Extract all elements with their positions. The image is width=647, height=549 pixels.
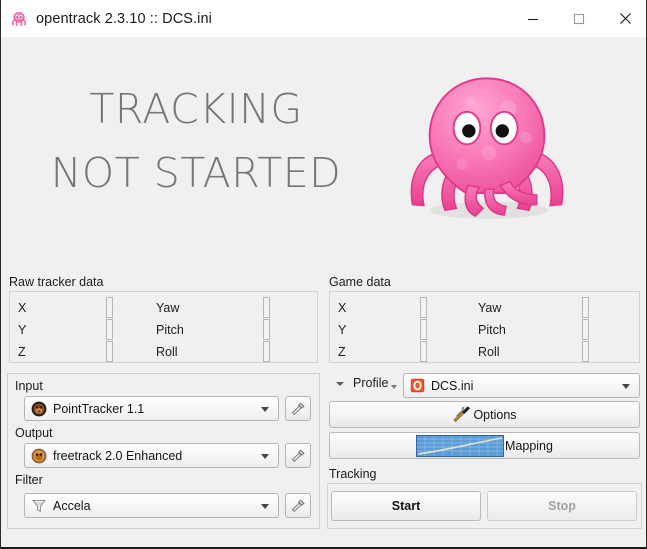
input-config-button[interactable] (285, 396, 311, 421)
minimize-button[interactable] (510, 0, 556, 37)
game-roll-label: Roll (478, 345, 500, 359)
raw-pitch-label: Pitch (156, 323, 184, 337)
output-label: Output (15, 426, 53, 440)
raw-x-value (106, 297, 113, 318)
options-button[interactable]: Options (329, 401, 640, 428)
output-module-value: freetrack 2.0 Enhanced (53, 448, 183, 463)
modules-panel: Input PointTracker 1.1 Output freetrack … (7, 373, 320, 529)
game-yaw-label: Yaw (478, 301, 502, 315)
game-x-label: X (338, 301, 347, 315)
tracking-status-line2: NOT STARTED (50, 149, 342, 197)
game-data-group: X Y Z Yaw Pitch Roll (329, 291, 640, 363)
hammer-icon (291, 402, 305, 415)
game-roll-value (582, 341, 589, 362)
close-icon (619, 13, 631, 24)
raw-roll-label: Roll (156, 345, 178, 359)
hammer-icon (291, 499, 305, 512)
status-hero-area: TRACKING NOT STARTED (1, 37, 646, 270)
profile-actions-panel: Profile DCS.ini Options Mapping (327, 371, 642, 463)
app-octopus-icon (11, 11, 27, 26)
game-y-label: Y (338, 323, 347, 337)
game-yaw-value (582, 297, 589, 318)
game-pitch-value (582, 319, 589, 340)
hammer-wrench-icon (454, 406, 471, 422)
options-button-label: Options (473, 407, 517, 422)
pointtracker-icon (31, 401, 47, 416)
stop-tracking-button[interactable]: Stop (487, 491, 637, 521)
game-y-value (420, 319, 427, 340)
curve-graph-icon (416, 434, 505, 457)
mapping-button-label: Mapping (505, 438, 553, 453)
game-z-value (420, 341, 427, 362)
output-module-combobox[interactable]: freetrack 2.0 Enhanced (24, 443, 279, 468)
input-label: Input (15, 379, 43, 393)
window-controls (510, 0, 646, 37)
input-module-value: PointTracker 1.1 (53, 401, 145, 416)
chevron-down-icon (622, 383, 630, 389)
filter-config-button[interactable] (285, 493, 311, 518)
profile-value: DCS.ini (431, 378, 474, 393)
raw-yaw-label: Yaw (156, 301, 180, 315)
chevron-down-icon (261, 503, 269, 509)
tracking-status-line1: TRACKING (89, 85, 303, 133)
hammer-icon (291, 449, 305, 462)
funnel-icon (31, 499, 47, 512)
raw-tracker-data-group: X Y Z Yaw Pitch Roll (9, 291, 318, 363)
raw-yaw-value (263, 297, 270, 318)
stop-button-label: Stop (548, 499, 576, 513)
freetrack-icon (31, 448, 47, 463)
game-pitch-label: Pitch (478, 323, 506, 337)
raw-tracker-data-label: Raw tracker data (9, 275, 104, 289)
profile-menu-arrow-icon[interactable] (336, 382, 344, 386)
output-config-button[interactable] (285, 443, 311, 468)
start-button-label: Start (391, 499, 421, 513)
profile-label: Profile (353, 376, 389, 390)
opentrack-profile-icon (410, 378, 425, 393)
maximize-button[interactable] (556, 0, 602, 37)
raw-y-label: Y (18, 323, 27, 337)
game-data-label: Game data (329, 275, 391, 289)
tracking-group: Start Stop (327, 483, 642, 529)
tracking-group-label: Tracking (329, 467, 377, 481)
filter-module-combobox[interactable]: Accela (24, 493, 279, 518)
profile-combobox[interactable]: DCS.ini (403, 373, 640, 398)
minimize-icon (528, 18, 538, 20)
chevron-down-icon (261, 453, 269, 459)
octopus-logo (410, 77, 564, 219)
game-x-value (420, 297, 427, 318)
raw-roll-value (263, 341, 270, 362)
filter-label: Filter (15, 473, 43, 487)
raw-y-value (106, 319, 113, 340)
close-button[interactable] (602, 0, 646, 37)
title-bar: opentrack 2.3.10 :: DCS.ini (1, 0, 646, 37)
raw-z-label: Z (18, 345, 26, 359)
maximize-icon (573, 13, 585, 24)
chevron-down-icon (261, 406, 269, 412)
input-module-combobox[interactable]: PointTracker 1.1 (24, 396, 279, 421)
raw-pitch-value (263, 319, 270, 340)
start-tracking-button[interactable]: Start (331, 491, 481, 521)
game-z-label: Z (338, 345, 346, 359)
profile-submenu-arrow-icon[interactable] (391, 385, 397, 389)
raw-z-value (106, 341, 113, 362)
raw-x-label: X (18, 301, 27, 315)
opentrack-main-window: opentrack 2.3.10 :: DCS.ini TRACKING NOT… (0, 0, 647, 549)
window-title: opentrack 2.3.10 :: DCS.ini (36, 10, 212, 27)
filter-module-value: Accela (53, 498, 91, 513)
mapping-button[interactable]: Mapping (329, 432, 640, 459)
